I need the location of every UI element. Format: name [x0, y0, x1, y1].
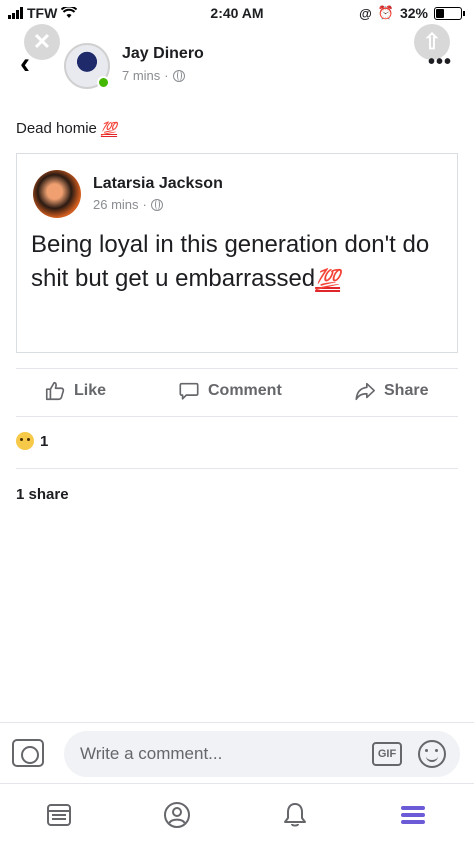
- comment-label: Comment: [208, 382, 282, 399]
- tab-news-feed[interactable]: [42, 798, 76, 832]
- comment-bar: GIF: [0, 722, 474, 784]
- emoji-icon[interactable]: [418, 740, 446, 768]
- news-feed-icon: [47, 804, 71, 826]
- location-icon: @: [359, 5, 372, 21]
- tab-bar: [0, 788, 474, 842]
- more-icon[interactable]: •••: [428, 52, 452, 72]
- post-text: Dead homie 💯: [16, 120, 117, 137]
- author-name[interactable]: Jay Dinero: [122, 45, 204, 63]
- post-meta: 7 mins ·: [122, 68, 185, 83]
- action-row: Like Comment Share: [0, 370, 474, 414]
- avatar[interactable]: [33, 170, 81, 218]
- online-indicator: [97, 76, 110, 89]
- post-time: 7 mins: [122, 68, 161, 83]
- notifications-icon: [284, 803, 306, 827]
- comment-button[interactable]: Comment: [178, 380, 282, 402]
- shared-author-name[interactable]: Latarsia Jackson: [93, 175, 223, 193]
- tab-menu[interactable]: [396, 798, 430, 832]
- meta-separator: ·: [164, 68, 169, 83]
- reaction-count: 1: [40, 432, 49, 450]
- share-icon: [355, 382, 375, 401]
- meta-separator: ·: [142, 197, 147, 212]
- sad-reaction-icon: [16, 432, 34, 450]
- divider: [16, 368, 458, 369]
- shared-post-time: 26 mins: [93, 197, 139, 212]
- tab-profile[interactable]: [160, 798, 194, 832]
- like-label: Like: [74, 382, 107, 399]
- tab-notifications[interactable]: [278, 798, 312, 832]
- hundred-emoji: 💯: [315, 268, 341, 291]
- comment-icon: [179, 382, 199, 400]
- menu-icon: [401, 806, 425, 824]
- divider: [16, 416, 458, 417]
- shared-post-body: Being loyal in this generation don't do …: [31, 228, 441, 295]
- status-right: @ ⏰ 32%: [359, 5, 465, 21]
- like-icon: [45, 381, 65, 401]
- shared-post-meta: 26 mins ·: [93, 197, 163, 212]
- share-count[interactable]: 1 share: [16, 486, 69, 503]
- battery-icon: [434, 6, 465, 20]
- camera-icon[interactable]: [12, 739, 44, 767]
- share-label: Share: [384, 382, 429, 399]
- battery-fill: [436, 8, 445, 18]
- globe-icon: [172, 69, 185, 82]
- alarm-icon: ⏰: [377, 5, 394, 20]
- post-body: Dead homie: [16, 120, 97, 137]
- hundred-emoji: 💯: [100, 120, 118, 136]
- shared-post-text: Being loyal in this generation don't do …: [31, 231, 430, 292]
- profile-icon: [164, 802, 190, 828]
- share-button[interactable]: Share: [354, 380, 428, 402]
- like-button[interactable]: Like: [44, 380, 106, 402]
- status-bar: TFW 2:40 AM @ ⏰ 32%: [0, 0, 474, 28]
- battery-percent: 32%: [399, 5, 428, 21]
- gif-icon[interactable]: GIF: [372, 742, 402, 766]
- divider: [16, 468, 458, 469]
- back-icon[interactable]: ‹: [20, 49, 30, 79]
- reaction-summary[interactable]: 1: [16, 432, 48, 450]
- globe-icon: [150, 198, 163, 211]
- shared-post[interactable]: Latarsia Jackson 26 mins · Being loyal i…: [16, 153, 458, 353]
